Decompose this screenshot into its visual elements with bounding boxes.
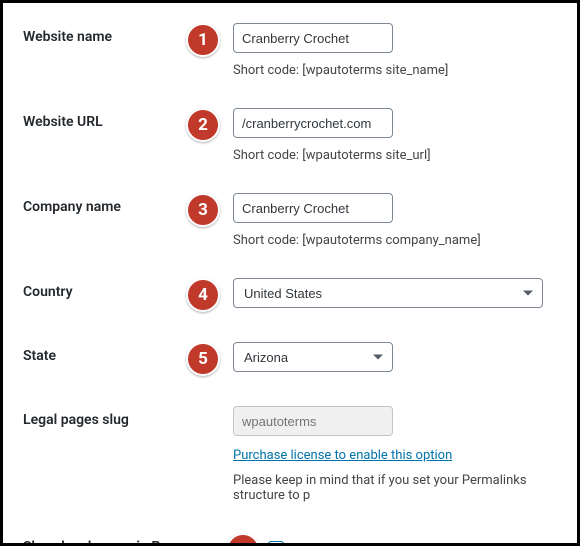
label-show-widget: Show legal pages in Pages Widget (23, 533, 218, 546)
row-country: Country 4 United States (23, 278, 577, 312)
step-badge-5: 5 (186, 342, 220, 376)
row-company-name: Company name 3 Short code: [wpautoterms … (23, 193, 577, 248)
label-website-name: Website name (23, 23, 173, 45)
step-badge-4: 4 (186, 278, 220, 312)
step-badge-2: 2 (186, 108, 220, 142)
website-url-hint: Short code: [wpautoterms site_url] (233, 148, 577, 163)
legal-slug-hint: Please keep in mind that if you set your… (233, 473, 577, 503)
website-url-input[interactable] (233, 108, 393, 138)
label-legal-slug: Legal pages slug (23, 406, 173, 428)
step-badge-1: 1 (186, 23, 220, 57)
show-widget-checkbox[interactable] (268, 541, 284, 546)
row-state: State 5 Arizona (23, 342, 577, 376)
purchase-license-link[interactable]: Purchase license to enable this option (233, 448, 452, 463)
row-website-url: Website URL 2 Short code: [wpautoterms s… (23, 108, 577, 163)
row-website-name: Website name 1 Short code: [wpautoterms … (23, 23, 577, 78)
website-name-hint: Short code: [wpautoterms site_name] (233, 63, 577, 78)
step-badge-6: 6 (226, 533, 260, 546)
step-badge-3: 3 (186, 193, 220, 227)
settings-form: Website name 1 Short code: [wpautoterms … (0, 0, 580, 546)
company-name-input[interactable] (233, 193, 393, 223)
row-legal-slug: Legal pages slug Purchase license to ena… (23, 406, 577, 503)
label-company-name: Company name (23, 193, 173, 215)
label-country: Country (23, 278, 173, 300)
label-website-url: Website URL (23, 108, 173, 130)
label-state: State (23, 342, 173, 364)
country-select[interactable]: United States (233, 278, 543, 308)
state-select[interactable]: Arizona (233, 342, 393, 372)
company-name-hint: Short code: [wpautoterms company_name] (233, 233, 577, 248)
legal-slug-input (233, 406, 393, 436)
website-name-input[interactable] (233, 23, 393, 53)
row-show-widget: Show legal pages in Pages Widget 6 (23, 533, 577, 546)
